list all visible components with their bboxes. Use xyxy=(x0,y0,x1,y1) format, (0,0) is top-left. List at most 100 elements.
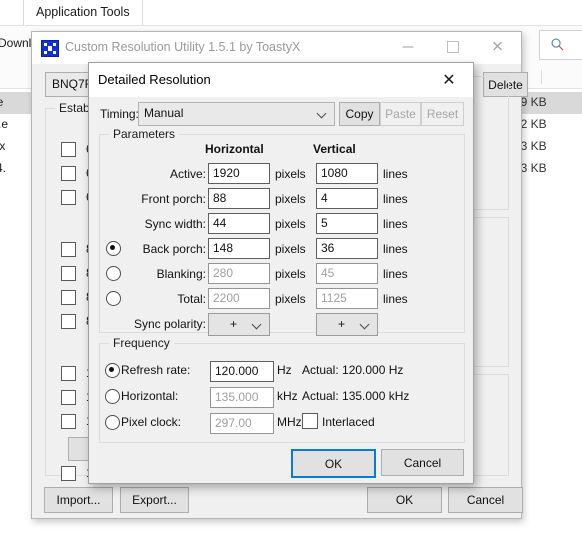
frequency-row-horizontal: Horizontal: 135.000 kHz Actual: 135.000 … xyxy=(100,384,464,411)
active-horizontal-input[interactable]: 1920 xyxy=(208,163,270,184)
cru-window-title: Custom Resolution Utility 1.5.1 by Toast… xyxy=(65,40,301,54)
frequency-label: Refresh rate: xyxy=(121,363,191,377)
checkbox[interactable] xyxy=(61,390,76,405)
sync-polarity-horizontal-select[interactable]: + xyxy=(208,313,270,336)
back-porch-horizontal-input[interactable]: 148 xyxy=(208,238,270,259)
frequency-label: Pixel clock: xyxy=(121,415,182,429)
unit-label: lines xyxy=(383,267,408,281)
frequency-row-refresh-rate: Refresh rate: 120.000 Hz Actual: 120.000… xyxy=(100,358,464,385)
sync-polarity-vertical-select[interactable]: + xyxy=(316,313,378,336)
blanking-vertical-input: 45 xyxy=(316,263,378,284)
interlaced-label: Interlaced xyxy=(322,415,375,429)
parameters-group: Parameters Horizontal Vertical Active: 1… xyxy=(99,127,465,336)
unit-label: lines xyxy=(383,292,408,306)
refresh-rate-radio[interactable] xyxy=(105,363,120,378)
refresh-rate-input[interactable]: 120.000 xyxy=(210,361,274,382)
interlaced-checkbox[interactable] xyxy=(302,413,318,429)
param-label: Total: xyxy=(177,292,206,306)
search-icon xyxy=(551,38,564,51)
ribbon-tab-application-tools[interactable]: Application Tools xyxy=(23,0,143,25)
minimize-button[interactable] xyxy=(385,32,430,62)
front-porch-horizontal-input[interactable]: 88 xyxy=(208,188,270,209)
param-row-blanking: Blanking: 280 pixels 45 lines xyxy=(100,263,464,288)
back-porch-vertical-input[interactable]: 36 xyxy=(316,238,378,259)
total-horizontal-input: 2200 xyxy=(208,288,270,309)
checkbox[interactable] xyxy=(61,466,76,481)
checkbox[interactable] xyxy=(61,190,76,205)
detailed-resolution-dialog: Detailed Resolution ✕ Timing: Manual Cop… xyxy=(88,62,474,484)
input-value: 1125 xyxy=(321,291,347,305)
checkbox[interactable] xyxy=(61,266,76,281)
column-header-vertical: Vertical xyxy=(313,142,356,156)
param-label: Blanking: xyxy=(156,267,206,281)
cru-ok-button[interactable]: OK xyxy=(367,487,442,513)
chevron-down-icon xyxy=(253,320,262,329)
minimize-icon xyxy=(402,46,413,48)
input-value: 135.000 xyxy=(215,390,259,404)
sync-polarity-v-value: + xyxy=(338,317,346,331)
checkbox[interactable] xyxy=(61,314,76,329)
export-button[interactable]: Export... xyxy=(120,487,189,513)
cru-cancel-button[interactable]: Cancel xyxy=(448,487,523,513)
unit-label: MHz xyxy=(277,415,302,429)
param-row-sync-polarity: Sync polarity: + + xyxy=(100,313,464,338)
param-row-back-porch: Back porch: 148 pixels 36 lines xyxy=(100,238,464,263)
toolbar-divider xyxy=(541,70,542,84)
param-row-front-porch: Front porch: 88 pixels 4 lines xyxy=(100,188,464,213)
total-radio[interactable] xyxy=(106,291,121,306)
dialog-ok-button[interactable]: OK xyxy=(291,449,376,478)
input-value: 120.000 xyxy=(215,364,259,378)
checkbox[interactable] xyxy=(61,142,76,157)
checkbox[interactable] xyxy=(61,166,76,181)
horizontal-frequency-radio[interactable] xyxy=(105,389,120,404)
param-row-active: Active: 1920 pixels 1080 lines xyxy=(100,163,464,188)
input-value: 36 xyxy=(321,241,335,255)
close-button[interactable]: ✕ xyxy=(475,32,520,62)
monitor-icon xyxy=(41,40,59,57)
back-porch-radio[interactable] xyxy=(106,241,121,256)
sync-width-vertical-input[interactable]: 5 xyxy=(316,213,378,234)
unit-label: lines xyxy=(383,192,408,206)
maximize-button[interactable] xyxy=(430,32,475,62)
timing-select[interactable]: Manual xyxy=(138,102,335,126)
param-row-total: Total: 2200 pixels 1125 lines xyxy=(100,288,464,313)
file-name: U.exe xyxy=(0,95,4,109)
unit-label: pixels xyxy=(275,192,306,206)
pixel-clock-input: 297.00 xyxy=(210,413,274,434)
frequency-label: Horizontal: xyxy=(121,389,179,403)
input-value: 297.00 xyxy=(215,416,252,430)
paste-button: Paste xyxy=(380,102,421,126)
cru-title-bar[interactable]: Custom Resolution Utility 1.5.1 by Toast… xyxy=(32,32,521,65)
dialog-close-button[interactable]: ✕ xyxy=(429,63,469,96)
dialog-cancel-button[interactable]: Cancel xyxy=(381,449,464,476)
import-button[interactable]: Import... xyxy=(44,487,113,513)
dialog-title-bar[interactable]: Detailed Resolution ✕ xyxy=(89,63,473,97)
actual-refresh-rate: Actual: 120.000 Hz xyxy=(302,363,404,377)
input-value: 2200 xyxy=(213,291,240,305)
parameters-group-label: Parameters xyxy=(109,127,180,141)
copy-button[interactable]: Copy xyxy=(339,102,380,126)
search-input[interactable] xyxy=(539,30,582,60)
checkbox[interactable] xyxy=(61,366,76,381)
input-value: 1080 xyxy=(321,166,348,180)
pixel-clock-radio[interactable] xyxy=(105,415,120,430)
input-value: 44 xyxy=(213,216,227,230)
unit-label: lines xyxy=(383,167,408,181)
checkbox[interactable] xyxy=(61,290,76,305)
input-value: 88 xyxy=(213,191,227,205)
param-label: Back porch: xyxy=(142,242,206,256)
checkbox[interactable] xyxy=(61,242,76,257)
input-value: 1920 xyxy=(213,166,240,180)
param-label: Active: xyxy=(169,167,206,181)
active-vertical-input[interactable]: 1080 xyxy=(316,163,378,184)
front-porch-vertical-input[interactable]: 4 xyxy=(316,188,378,209)
checkbox[interactable] xyxy=(61,414,76,429)
close-icon: ✕ xyxy=(491,37,504,56)
unit-label: pixels xyxy=(275,242,306,256)
frequency-row-pixel-clock: Pixel clock: 297.00 MHz Interlaced xyxy=(100,410,464,437)
blanking-radio[interactable] xyxy=(106,266,121,281)
sync-polarity-h-value: + xyxy=(230,317,238,331)
sync-width-horizontal-input[interactable]: 44 xyxy=(208,213,270,234)
reset-button: Reset xyxy=(421,102,464,126)
input-value: 280 xyxy=(213,266,234,280)
